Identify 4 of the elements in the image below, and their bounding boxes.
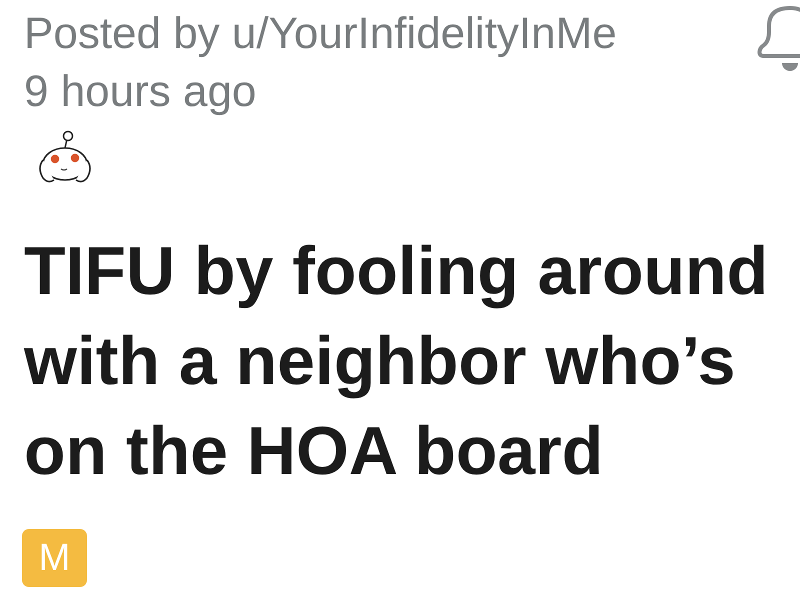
post-title[interactable]: TIFU by fooling around with a neighbor who’s on the HOA board xyxy=(24,226,794,496)
post-time: 9 hours ago xyxy=(24,66,256,118)
post-author[interactable]: Posted by u/YourInfidelityInMe xyxy=(24,5,617,63)
flair-tag: M xyxy=(22,529,87,587)
